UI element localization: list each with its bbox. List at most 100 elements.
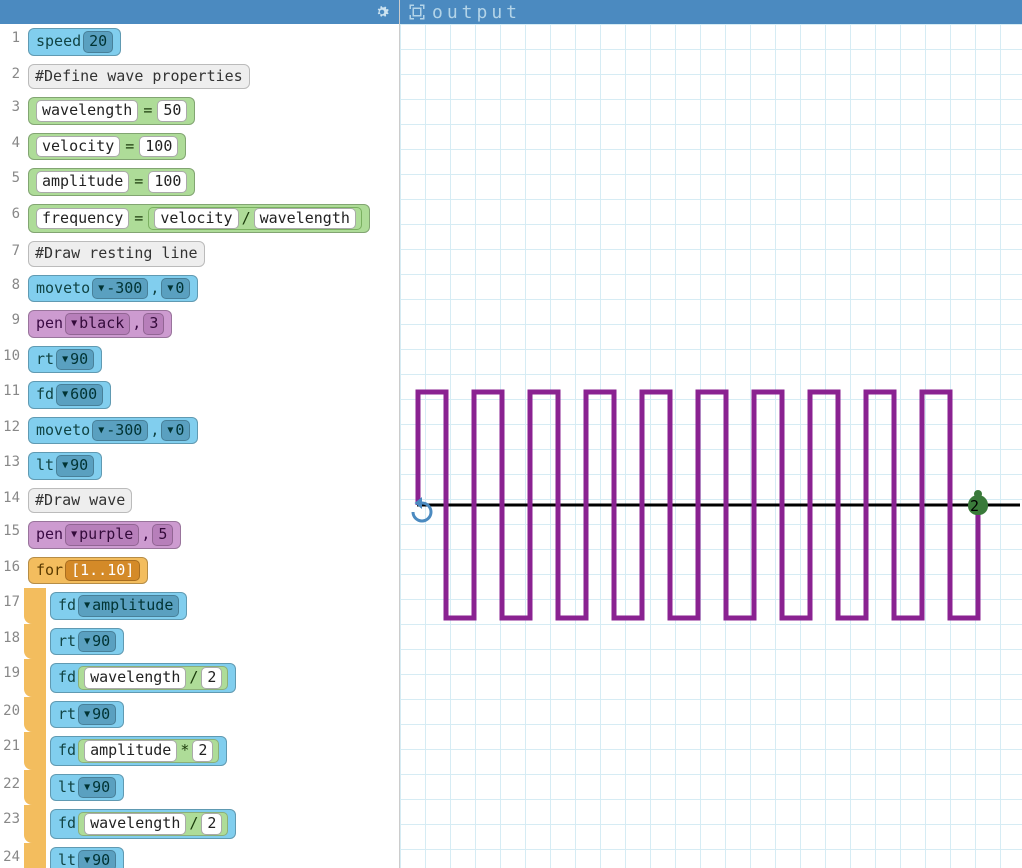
fd-block[interactable]: fd wavelength / 2 [50,809,236,839]
cmd-label: lt [58,851,76,868]
for-body: 17 fd ▼amplitude 18 rt ▼90 19 [0,588,399,868]
var-value[interactable]: 50 [157,100,187,122]
lt-block[interactable]: lt ▼90 [50,774,124,802]
div-op: / [239,209,254,229]
line-number: 14 [0,484,24,506]
expr-block[interactable]: amplitude * 2 [78,739,219,763]
line-number: 7 [0,237,24,259]
arg[interactable]: ▼90 [56,455,94,477]
var-value[interactable]: 100 [148,171,187,193]
lt-block[interactable]: lt ▼90 [50,847,124,868]
line-number: 1 [0,24,24,46]
assign-block[interactable]: frequency = velocity / wavelength [28,204,370,234]
for-block[interactable]: for [1..10] [28,557,148,585]
assign-block[interactable]: amplitude = 100 [28,168,195,196]
arg-x[interactable]: ▼-300 [92,278,148,300]
arg[interactable]: ▼90 [78,631,116,653]
var-name[interactable]: velocity [36,136,120,158]
cmd-label: rt [36,350,54,370]
pen-width[interactable]: 3 [143,313,164,335]
cmd-label: lt [36,456,54,476]
expr-block[interactable]: wavelength / 2 [78,666,228,690]
line-number: 5 [0,164,24,186]
moveto-block[interactable]: moveto ▼-300, ▼0 [28,417,198,445]
cmd-label: speed [36,32,81,52]
var-name[interactable]: frequency [36,208,129,230]
fd-block[interactable]: fd ▼600 [28,381,111,409]
expr-a[interactable]: wavelength [84,667,186,689]
for-range[interactable]: [1..10] [65,560,140,582]
fd-block[interactable]: fd wavelength / 2 [50,663,236,693]
expr-b[interactable]: 2 [201,813,222,835]
output-panel: output 2 [400,0,1022,868]
assign-block[interactable]: velocity = 100 [28,133,186,161]
var-name[interactable]: amplitude [36,171,129,193]
expr-b[interactable]: wavelength [254,208,356,230]
cmd-label: fd [58,596,76,616]
line-number: 22 [0,770,24,792]
assign-op: = [131,209,146,229]
line-number: 2 [0,60,24,82]
expr-block[interactable]: velocity / wavelength [148,207,362,231]
line-number: 23 [0,805,24,827]
arg[interactable]: ▼90 [56,349,94,371]
expr-a[interactable]: velocity [154,208,238,230]
arg[interactable]: ▼90 [78,704,116,726]
mul-op: * [177,741,192,761]
arg[interactable]: ▼90 [78,850,116,868]
output-title: output [432,2,521,23]
cmd-label: for [36,561,63,581]
line-number: 4 [0,129,24,151]
pen-block[interactable]: pen ▼black, 3 [28,310,172,338]
speed-block[interactable]: speed 20 [28,28,121,56]
line-number: 8 [0,271,24,293]
expr-a[interactable]: wavelength [84,813,186,835]
gear-icon[interactable] [373,3,391,21]
line-number: 17 [0,588,24,610]
cmd-label: moveto [36,279,90,299]
rt-block[interactable]: rt ▼90 [28,346,102,374]
line-number: 13 [0,448,24,470]
rt-block[interactable]: rt ▼90 [50,701,124,729]
assign-block[interactable]: wavelength = 50 [28,97,195,125]
expr-a[interactable]: amplitude [84,740,177,762]
fd-block[interactable]: fd amplitude * 2 [50,736,227,766]
pen-color[interactable]: ▼black [65,313,130,335]
arg-x[interactable]: ▼-300 [92,420,148,442]
rt-block[interactable]: rt ▼90 [50,628,124,656]
arg[interactable]: ▼amplitude [78,595,179,617]
lt-block[interactable]: lt ▼90 [28,452,102,480]
pen-block[interactable]: pen ▼purple, 5 [28,521,181,549]
var-value[interactable]: 100 [139,136,178,158]
arg-y[interactable]: ▼0 [161,420,190,442]
reload-icon[interactable] [404,494,440,530]
var-name[interactable]: wavelength [36,100,138,122]
line-number: 24 [0,843,24,865]
code-panel: 1 speed 20 2 #Define wave properties 3 w… [0,0,400,868]
fd-block[interactable]: fd ▼amplitude [50,592,187,620]
expr-block[interactable]: wavelength / 2 [78,812,228,836]
pen-width[interactable]: 5 [152,524,173,546]
line-number: 9 [0,306,24,328]
wave-drawing [400,24,1022,868]
line-number: 19 [0,659,24,681]
output-canvas[interactable]: 2 [400,24,1022,868]
comment-block[interactable]: #Draw resting line [28,241,205,267]
comment-block[interactable]: #Define wave properties [28,64,250,90]
arg[interactable]: ▼90 [78,777,116,799]
line-number: 11 [0,377,24,399]
line-number: 12 [0,413,24,435]
arg-y[interactable]: ▼0 [161,278,190,300]
expr-b[interactable]: 2 [192,740,213,762]
pen-color[interactable]: ▼purple [65,524,139,546]
cmd-label: lt [58,778,76,798]
code-editor[interactable]: 1 speed 20 2 #Define wave properties 3 w… [0,24,399,868]
frame-icon[interactable] [408,3,426,21]
comment-block[interactable]: #Draw wave [28,488,132,514]
expr-b[interactable]: 2 [201,667,222,689]
moveto-block[interactable]: moveto ▼-300, ▼0 [28,275,198,303]
line-number: 3 [0,93,24,115]
cmd-label: moveto [36,421,90,441]
speed-value[interactable]: 20 [83,31,113,53]
arg[interactable]: ▼600 [56,384,103,406]
